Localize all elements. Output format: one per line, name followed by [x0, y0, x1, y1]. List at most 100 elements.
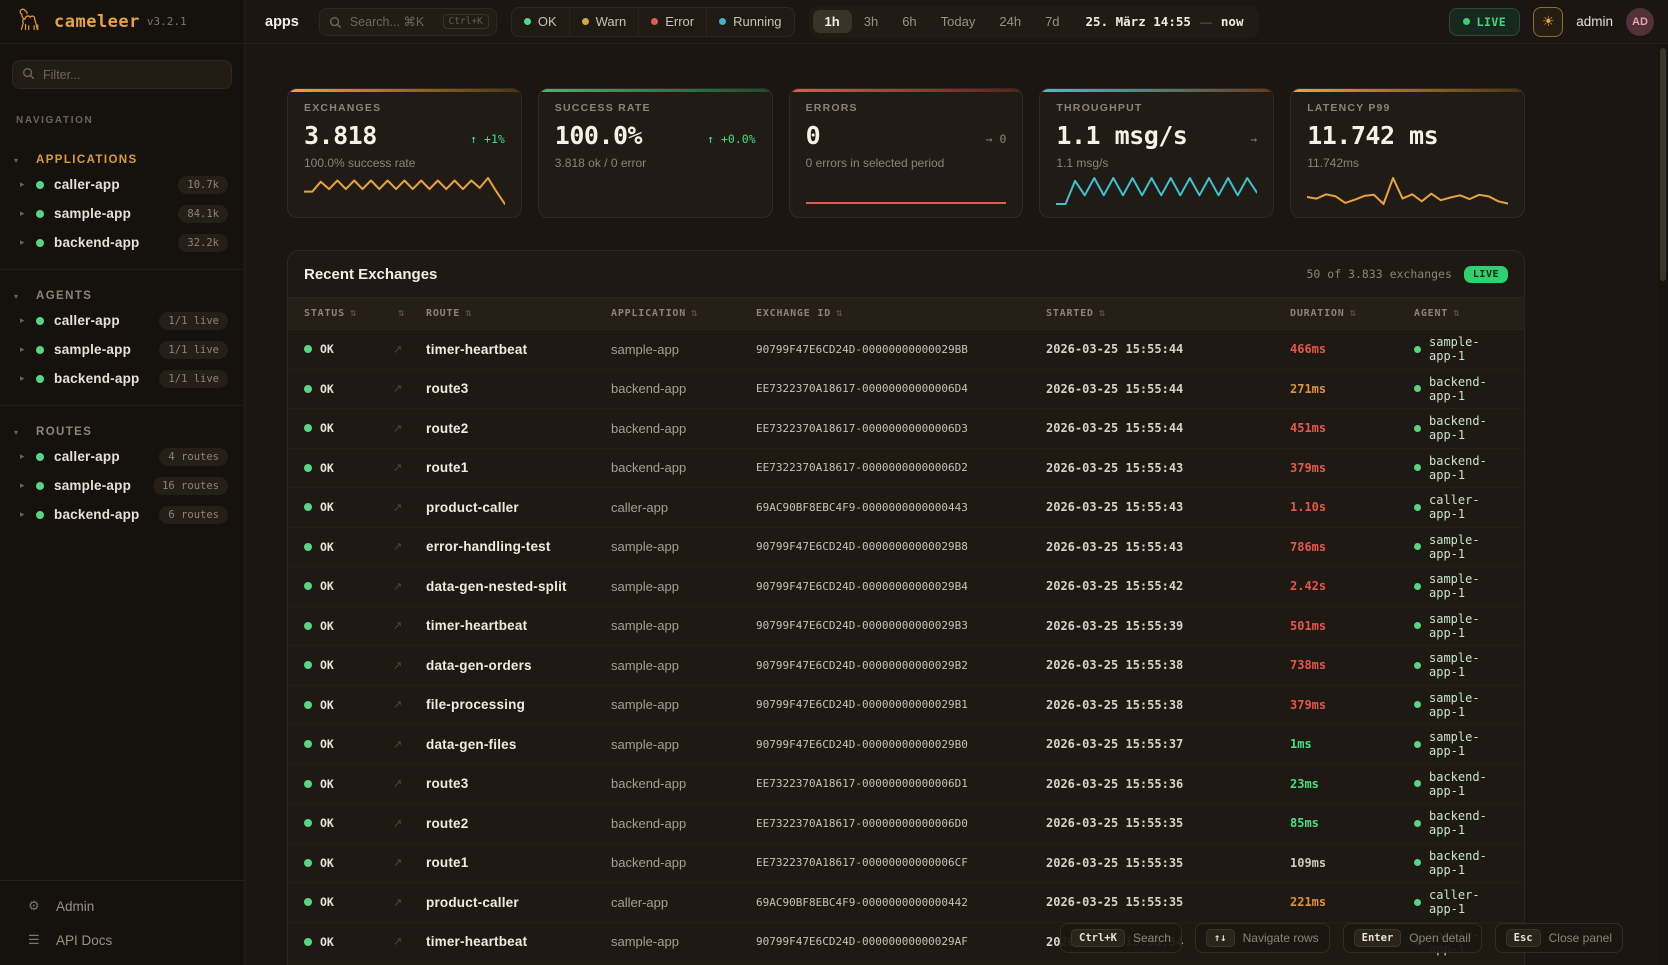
open-exchange-link[interactable]: ↗: [393, 501, 426, 514]
open-exchange-link[interactable]: ↗: [393, 580, 426, 593]
application-cell: sample-app: [611, 697, 756, 712]
sidebar-item[interactable]: ▸ backend-app 32.2k: [0, 228, 244, 257]
table-row[interactable]: OK ↗ route1 backend-app EE7322370A18617-…: [288, 844, 1524, 884]
stat-card-caption: 1.1 msg/s: [1056, 156, 1257, 170]
time-range-button[interactable]: 24h: [987, 10, 1033, 33]
open-exchange-link[interactable]: ↗: [393, 422, 426, 435]
column-header[interactable]: APPLICATION ⇅: [611, 308, 756, 319]
table-row[interactable]: OK ↗ route3 backend-app EE7322370A18617-…: [288, 765, 1524, 805]
keyboard-hint: ↑↓ Navigate rows: [1195, 923, 1330, 953]
column-header[interactable]: AGENT ⇅: [1414, 308, 1508, 319]
sidebar-item[interactable]: ▸ backend-app 6 routes: [0, 500, 244, 529]
status-filter-button[interactable]: Running: [706, 8, 793, 36]
sidebar-footer-item[interactable]: ⚙ Admin: [0, 889, 244, 923]
status-dot-icon: [304, 464, 312, 472]
time-range-button[interactable]: 3h: [852, 10, 890, 33]
status-filter-button[interactable]: OK: [512, 8, 569, 36]
table-row[interactable]: OK ↗ file-processing sample-app 90799F47…: [288, 686, 1524, 726]
sidebar-section-header[interactable]: ▾ AGENTS: [0, 286, 244, 306]
started-cell: 2026-03-25 15:55:35: [1046, 895, 1290, 909]
stat-card: LATENCY P99 11.742 ms 11.742ms: [1290, 88, 1525, 218]
stat-card-delta: ↑ +1%: [470, 132, 505, 146]
filter-input[interactable]: [12, 60, 232, 89]
time-range-button[interactable]: 7d: [1033, 10, 1071, 33]
open-exchange-link[interactable]: ↗: [393, 738, 426, 751]
sidebar-item-label: sample-app: [54, 478, 131, 493]
status-dot-icon: [36, 210, 44, 218]
sidebar-section-header[interactable]: ▾ APPLICATIONS: [0, 150, 244, 170]
table-row[interactable]: OK ↗ data-gen-files sample-app 90799F47E…: [288, 725, 1524, 765]
sidebar-item[interactable]: ▸ caller-app 1/1 live: [0, 306, 244, 335]
sidebar-footer-item[interactable]: ☰ API Docs: [0, 923, 244, 957]
column-header[interactable]: STARTED ⇅: [1046, 308, 1290, 319]
table-row[interactable]: OK ↗ product-caller caller-app 69AC90BF8…: [288, 883, 1524, 923]
table-row[interactable]: OK ↗ timer-heartbeat sample-app 90799F47…: [288, 330, 1524, 370]
open-exchange-link[interactable]: ↗: [393, 817, 426, 830]
agent-dot-icon: [1414, 583, 1421, 590]
open-exchange-link[interactable]: ↗: [393, 698, 426, 711]
brand-version: v3.2.1: [147, 15, 187, 28]
open-exchange-link[interactable]: ↗: [393, 343, 426, 356]
open-exchange-link[interactable]: ↗: [393, 461, 426, 474]
table-row[interactable]: OK ↗ product-caller caller-app 69AC90BF8…: [288, 488, 1524, 528]
time-range-button[interactable]: 1h: [813, 10, 852, 33]
route-cell: route3: [426, 381, 611, 396]
table-row[interactable]: OK ↗ error-handling-test sample-app 9079…: [288, 528, 1524, 568]
time-range-button[interactable]: Today: [929, 10, 988, 33]
sidebar-section-header[interactable]: ▾ ROUTES: [0, 422, 244, 442]
sort-icon: ⇅: [1099, 309, 1107, 318]
exchange-count: 50 of 3.833 exchanges: [1307, 267, 1452, 281]
sidebar-item[interactable]: ▸ caller-app 10.7k: [0, 170, 244, 199]
sidebar-item[interactable]: ▸ sample-app 84.1k: [0, 199, 244, 228]
table-row[interactable]: OK ↗ route2 backend-app EE7322370A18617-…: [288, 409, 1524, 449]
theme-toggle-button[interactable]: ☀: [1533, 7, 1563, 37]
status-filter-button[interactable]: Error: [638, 8, 706, 36]
application-cell: backend-app: [611, 776, 756, 791]
column-header[interactable]: ROUTE ⇅: [426, 308, 611, 319]
table-row[interactable]: OK ↗ data-gen-orders sample-app 90799F47…: [288, 646, 1524, 686]
time-range-button[interactable]: 6h: [890, 10, 928, 33]
scrollbar-thumb[interactable]: [1660, 48, 1666, 281]
agent-label: backend-app-1: [1429, 414, 1508, 442]
sidebar-item[interactable]: ▸ caller-app 4 routes: [0, 442, 244, 471]
sidebar-item-label: backend-app: [54, 507, 139, 522]
status-label: OK: [320, 856, 334, 870]
open-exchange-link[interactable]: ↗: [393, 619, 426, 632]
sidebar-item[interactable]: ▸ backend-app 1/1 live: [0, 364, 244, 393]
status-filter-button[interactable]: Warn: [569, 8, 639, 36]
open-exchange-link[interactable]: ↗: [393, 382, 426, 395]
table-row[interactable]: OK ↗ route3 backend-app EE7322370A18617-…: [288, 370, 1524, 410]
time-range-display[interactable]: 25. März 14:55 — now: [1086, 14, 1244, 29]
open-exchange-link[interactable]: ↗: [393, 896, 426, 909]
card-accent-bar: [1291, 89, 1524, 92]
open-exchange-link[interactable]: ↗: [393, 935, 426, 948]
table-row[interactable]: OK ↗ timer-heartbeat sample-app 90799F47…: [288, 607, 1524, 647]
status-dot-icon: [304, 938, 312, 946]
open-exchange-link[interactable]: ↗: [393, 777, 426, 790]
time-range-label: 6h: [902, 14, 916, 29]
table-row[interactable]: OK ↗ route1 backend-app EE7322370A18617-…: [288, 449, 1524, 489]
sidebar-section-items: ▸ caller-app 1/1 live ▸ sample-app 1/1 l…: [0, 306, 244, 393]
table-row[interactable]: OK ↗ data-gen-nested-split sample-app 90…: [288, 567, 1524, 607]
avatar[interactable]: AD: [1626, 8, 1654, 36]
sidebar-item[interactable]: ▸ sample-app 16 routes: [0, 471, 244, 500]
agent-label: sample-app-1: [1429, 730, 1508, 758]
agent-dot-icon: [1414, 385, 1421, 392]
exchange-id-cell: EE7322370A18617-00000000000006D2: [756, 461, 1046, 474]
search-input[interactable]: [350, 15, 458, 29]
agent-dot-icon: [1414, 504, 1421, 511]
column-header[interactable]: EXCHANGE ID ⇅: [756, 308, 1046, 319]
exchange-id-cell: 90799F47E6CD24D-00000000000029B2: [756, 659, 1046, 672]
open-exchange-link[interactable]: ↗: [393, 659, 426, 672]
column-header[interactable]: STATUS ⇅: [304, 308, 393, 319]
live-toggle-button[interactable]: LIVE: [1449, 8, 1521, 36]
table-row[interactable]: OK ↗ route2 backend-app EE7322370A18617-…: [288, 804, 1524, 844]
column-header[interactable]: DURATION ⇅: [1290, 308, 1414, 319]
route-cell: data-gen-nested-split: [426, 579, 611, 594]
sidebar-item[interactable]: ▸ sample-app 1/1 live: [0, 335, 244, 364]
column-header[interactable]: ⇅: [393, 309, 426, 318]
global-search[interactable]: Ctrl+K: [319, 8, 497, 36]
open-exchange-link[interactable]: ↗: [393, 856, 426, 869]
open-exchange-link[interactable]: ↗: [393, 540, 426, 553]
started-cell: 2026-03-25 15:55:42: [1046, 579, 1290, 593]
